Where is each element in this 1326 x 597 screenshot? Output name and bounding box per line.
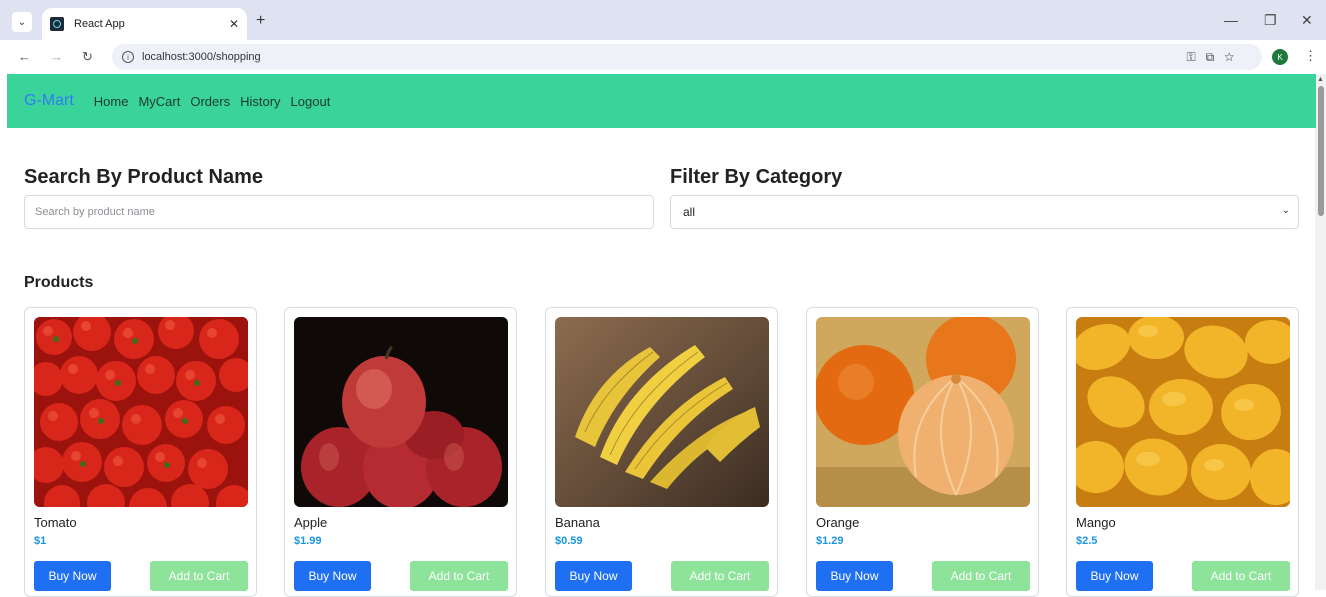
page-scrollbar[interactable]: ▲	[1315, 74, 1326, 590]
add-to-cart-button[interactable]: Add to Cart	[932, 561, 1030, 591]
add-to-cart-button[interactable]: Add to Cart	[410, 561, 508, 591]
product-card-orange: Orange $1.29 Buy Now Add to Cart	[806, 307, 1039, 597]
orange-image	[816, 317, 1030, 507]
browser-tab-bar: ⌄ React App ✕ + — ❐ ✕	[0, 0, 1326, 40]
product-name: Mango	[1076, 515, 1116, 530]
browser-menu-icon[interactable]: ⋮	[1304, 48, 1317, 64]
scroll-thumb[interactable]	[1318, 86, 1324, 216]
tomato-image	[34, 317, 248, 507]
product-name: Banana	[555, 515, 600, 530]
product-price: $1.29	[816, 535, 844, 547]
omnibox-action-icons[interactable]: ⚿⧉☆	[1187, 50, 1245, 65]
site-info-icon[interactable]: i	[122, 51, 134, 63]
tab-title: React App	[74, 18, 125, 30]
buy-now-button[interactable]: Buy Now	[1076, 561, 1153, 591]
restore-icon[interactable]: ❐	[1264, 12, 1277, 29]
url-omnibox[interactable]: i localhost:3000/shopping	[112, 44, 1262, 70]
category-select-value: all	[683, 205, 696, 219]
tab-search-chevron-icon[interactable]: ⌄	[12, 12, 32, 32]
react-favicon-icon	[50, 17, 64, 31]
product-card-banana: Banana $0.59 Buy Now Add to Cart	[545, 307, 778, 597]
add-to-cart-button[interactable]: Add to Cart	[671, 561, 769, 591]
filter-heading: Filter By Category	[670, 166, 843, 188]
mango-image	[1076, 317, 1290, 507]
product-card-mango: Mango $2.5 Buy Now Add to Cart	[1066, 307, 1299, 597]
buy-now-button[interactable]: Buy Now	[816, 561, 893, 591]
tab-close-icon[interactable]: ✕	[229, 17, 239, 31]
category-select[interactable]: all ⌄	[670, 195, 1299, 229]
buy-now-button[interactable]: Buy Now	[555, 561, 632, 591]
back-arrow-icon[interactable]: ←	[18, 49, 31, 64]
products-heading: Products	[24, 274, 94, 291]
brand-logo[interactable]: G-Mart	[24, 92, 74, 110]
product-price: $1.99	[294, 535, 322, 547]
minimize-icon[interactable]: —	[1224, 12, 1238, 28]
buy-now-button[interactable]: Buy Now	[34, 561, 111, 591]
search-input[interactable]	[24, 195, 654, 229]
url-text: localhost:3000/shopping	[142, 51, 261, 63]
browser-tab[interactable]: React App ✕	[42, 8, 247, 40]
buy-now-button[interactable]: Buy Now	[294, 561, 371, 591]
forward-arrow-icon[interactable]: →	[50, 49, 63, 64]
close-window-icon[interactable]: ✕	[1301, 12, 1313, 29]
product-price: $1	[34, 535, 47, 547]
search-heading: Search By Product Name	[24, 166, 263, 188]
add-to-cart-button[interactable]: Add to Cart	[1192, 561, 1290, 591]
product-name: Tomato	[34, 515, 77, 530]
product-price: $2.5	[1076, 535, 1098, 547]
add-to-cart-button[interactable]: Add to Cart	[150, 561, 248, 591]
reload-icon[interactable]: ↻	[82, 49, 93, 65]
nav-link-orders[interactable]: Orders	[190, 94, 230, 109]
nav-link-mycart[interactable]: MyCart	[138, 94, 180, 109]
nav-link-home[interactable]: Home	[94, 94, 129, 109]
nav-link-logout[interactable]: Logout	[291, 94, 331, 109]
nav-link-history[interactable]: History	[240, 94, 280, 109]
app-navbar: G-Mart Home MyCart Orders History Logout	[7, 74, 1316, 128]
product-card-apple: Apple $1.99 Buy Now Add to Cart	[284, 307, 517, 597]
scroll-up-arrow-icon[interactable]: ▲	[1317, 76, 1324, 83]
chevron-down-icon: ⌄	[1281, 205, 1290, 216]
apple-image	[294, 317, 508, 507]
product-name: Orange	[816, 515, 860, 530]
banana-image	[555, 317, 769, 507]
profile-avatar[interactable]: K	[1272, 49, 1288, 65]
new-tab-plus-icon[interactable]: +	[256, 12, 265, 30]
product-name: Apple	[294, 515, 328, 530]
product-card-tomato: Tomato $1 Buy Now Add to Cart	[24, 307, 257, 597]
product-price: $0.59	[555, 535, 583, 547]
